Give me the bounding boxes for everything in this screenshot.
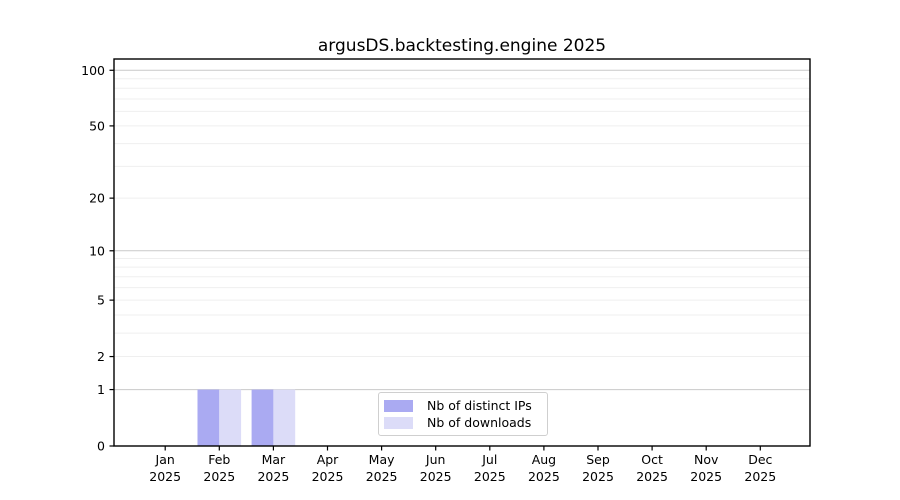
- x-tick-label-year: 2025: [528, 469, 560, 484]
- x-tick-label-month: Dec: [748, 452, 772, 467]
- x-tick-label-year: 2025: [474, 469, 506, 484]
- legend: Nb of distinct IPs Nb of downloads: [378, 392, 548, 436]
- y-tick-label: 100: [81, 63, 105, 78]
- x-tick-label-month: Sep: [586, 452, 610, 467]
- x-tick-label-year: 2025: [582, 469, 614, 484]
- x-tick-label-month: Feb: [208, 452, 230, 467]
- x-tick-label-month: May: [369, 452, 395, 467]
- legend-item-distinct-ips: Nb of distinct IPs: [384, 397, 542, 414]
- bar-feb-series0: [198, 390, 220, 446]
- bar-mar-series1: [273, 390, 295, 446]
- bar-feb-series1: [219, 390, 241, 446]
- x-tick-label-month: Apr: [317, 452, 339, 467]
- legend-swatch-distinct-ips-icon: [384, 400, 413, 412]
- y-tick-label: 2: [97, 349, 105, 364]
- x-tick-label-year: 2025: [636, 469, 668, 484]
- y-tick-label: 5: [97, 293, 105, 308]
- legend-label-downloads: Nb of downloads: [427, 415, 531, 430]
- legend-swatch-downloads-icon: [384, 417, 413, 429]
- axes-spines: [114, 59, 810, 446]
- y-tick-label: 50: [89, 118, 105, 133]
- x-tick-label-month: Aug: [532, 452, 556, 467]
- x-tick-label-year: 2025: [312, 469, 344, 484]
- legend-item-downloads: Nb of downloads: [384, 414, 542, 431]
- legend-label-distinct-ips: Nb of distinct IPs: [427, 398, 532, 413]
- x-tick-label-month: Jul: [481, 452, 497, 467]
- x-tick-label-year: 2025: [420, 469, 452, 484]
- y-tick-label: 0: [97, 439, 105, 454]
- y-tick-label: 1: [97, 382, 105, 397]
- x-tick-label-year: 2025: [690, 469, 722, 484]
- chart-figure: argusDS.backtesting.engine 2025 01251020…: [0, 0, 900, 500]
- bar-mar-series0: [252, 390, 274, 446]
- x-tick-label-month: Jun: [425, 452, 446, 467]
- x-tick-label-year: 2025: [257, 469, 289, 484]
- y-tick-label: 10: [89, 243, 105, 258]
- x-tick-label-year: 2025: [744, 469, 776, 484]
- x-tick-label-year: 2025: [203, 469, 235, 484]
- x-tick-label-month: Mar: [262, 452, 286, 467]
- x-tick-label-year: 2025: [366, 469, 398, 484]
- x-tick-label-year: 2025: [149, 469, 181, 484]
- x-tick-label-month: Nov: [694, 452, 719, 467]
- y-tick-label: 20: [89, 191, 105, 206]
- x-tick-label-month: Jan: [155, 452, 175, 467]
- x-tick-label-month: Oct: [641, 452, 663, 467]
